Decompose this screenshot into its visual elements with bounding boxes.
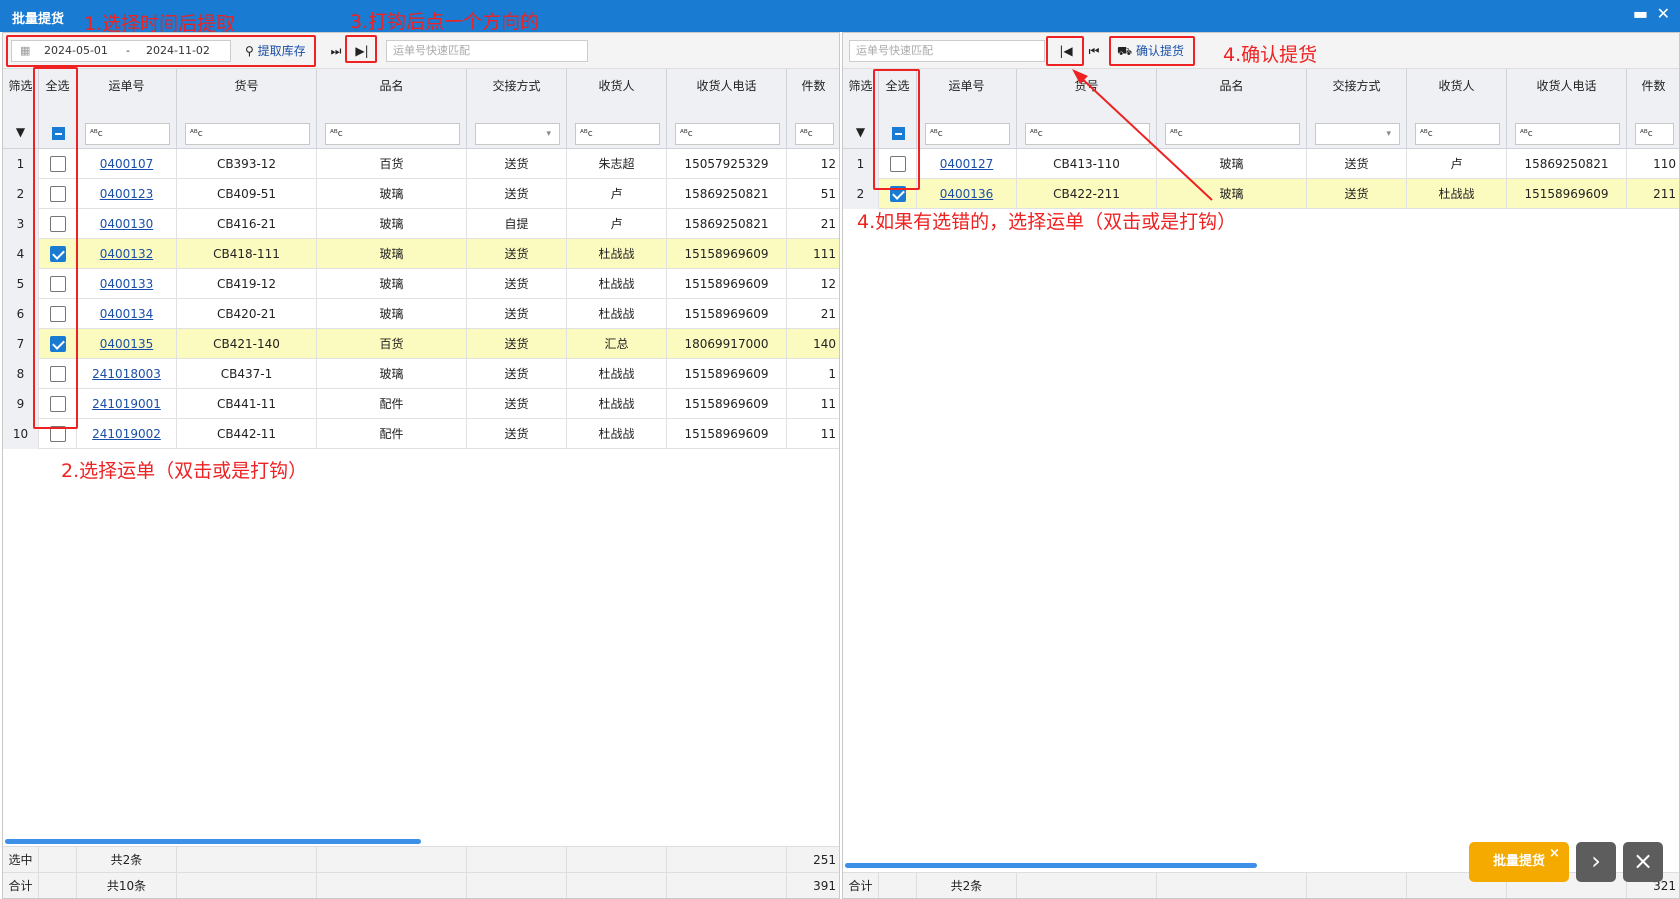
batch-pickup-close-icon[interactable]: × <box>1549 846 1560 861</box>
annotation-arrow <box>1072 69 1213 201</box>
close-panel-button[interactable]: × <box>1623 842 1663 882</box>
next-arrow-button[interactable]: › <box>1576 842 1616 882</box>
